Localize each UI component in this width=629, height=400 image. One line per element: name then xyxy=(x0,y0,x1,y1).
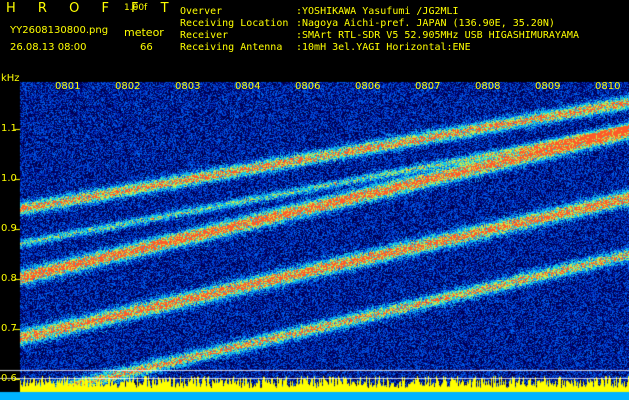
filename-label: YY2608130800.png xyxy=(10,25,109,36)
datetime-label: 26.08.13 08:00 xyxy=(10,42,87,53)
x-tick-label: 0804 xyxy=(235,81,261,92)
y-tick-label: 0.7 xyxy=(1,323,17,334)
spectrogram-plot xyxy=(0,72,629,400)
x-tick-label: 0807 xyxy=(415,81,441,92)
y-tick-label: 0.8 xyxy=(1,273,17,284)
info-value-receiver: :SMArt RTL-SDR V5 52.905MHz USB HIGASHIM… xyxy=(296,30,579,41)
header-panel: H R O F F T 1.00f YY2608130800.png meteo… xyxy=(0,0,629,72)
info-key-location: Receiving Location xyxy=(180,18,289,29)
y-axis-label: kHz xyxy=(1,73,20,84)
info-value-observer: :YOSHIKAWA Yasufumi /JG2MLI xyxy=(296,6,459,17)
x-tick-label: 0810 xyxy=(595,81,621,92)
info-value-antenna: :10mH 3el.YAGI Horizontal:ENE xyxy=(296,42,471,53)
y-tick-label: 0.9 xyxy=(1,223,17,234)
meteor-label: meteor xyxy=(124,26,164,39)
x-tick-label: 0806 xyxy=(295,81,321,92)
version-label: 1.00f xyxy=(124,3,148,13)
info-value-location: :Nagoya Aichi-pref. JAPAN (136.90E, 35.2… xyxy=(296,18,555,29)
info-key-observer: Overver xyxy=(180,6,223,17)
y-tick-label: 0.6 xyxy=(1,373,17,384)
y-tick-label: 1.1 xyxy=(1,123,17,134)
info-key-antenna: Receiving Antenna xyxy=(180,42,283,53)
meteor-count: 66 xyxy=(140,42,153,53)
x-tick-label: 0802 xyxy=(115,81,141,92)
x-tick-label: 0803 xyxy=(175,81,201,92)
x-tick-label: 0809 xyxy=(535,81,561,92)
info-key-receiver: Receiver xyxy=(180,30,229,41)
x-tick-label: 0808 xyxy=(475,81,501,92)
app-title: H R O F F T xyxy=(6,1,178,16)
y-tick-label: 1.0 xyxy=(1,173,17,184)
x-tick-label: 0806 xyxy=(355,81,381,92)
x-tick-label: 0801 xyxy=(55,81,81,92)
